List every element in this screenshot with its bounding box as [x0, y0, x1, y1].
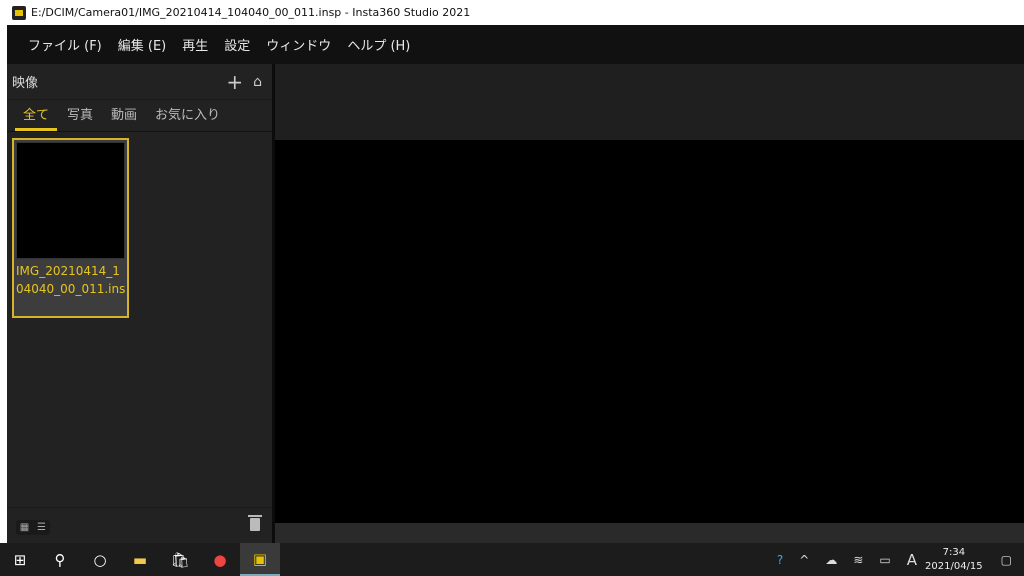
- menu-file[interactable]: ファイル (F): [28, 35, 102, 54]
- help-icon[interactable]: ?: [777, 553, 783, 567]
- wifi-icon[interactable]: ≋: [853, 553, 863, 567]
- clock[interactable]: 7:34 2021/04/15: [925, 546, 983, 574]
- menu-edit[interactable]: 編集 (E): [118, 35, 167, 54]
- insta360-studio-icon[interactable]: ▣: [240, 543, 280, 576]
- title-bar: E:/DCIM/Camera01/IMG_20210414_104040_00_…: [7, 0, 1024, 25]
- battery-icon[interactable]: ▭: [879, 553, 890, 567]
- media-item-name: IMG_20210414_104040_00_011.ins: [16, 264, 126, 296]
- add-icon[interactable]: +: [226, 72, 243, 92]
- file-explorer-icon[interactable]: ▬: [120, 543, 160, 576]
- system-tray: ? ^ ☁ ≋ ▭ A 7:34 2021/04/15 ▢: [769, 543, 1024, 576]
- media-panel-header: 映像 + ⌂: [7, 64, 272, 100]
- media-panel-footer: ▦ ☰: [7, 507, 272, 543]
- tab-favorites[interactable]: お気に入り: [147, 104, 228, 131]
- media-panel: 映像 + ⌂ 全て 写真 動画 お気に入り IMG_20210414_10404…: [7, 64, 272, 543]
- preview-area[interactable]: [275, 140, 1024, 523]
- window-title: E:/DCIM/Camera01/IMG_20210414_104040_00_…: [31, 6, 471, 19]
- onedrive-icon[interactable]: ☁: [825, 553, 837, 567]
- menu-bar: ファイル (F) 編集 (E) 再生 設定 ウィンドウ ヘルプ (H): [7, 25, 1024, 64]
- tab-all[interactable]: 全て: [15, 104, 58, 131]
- menu-play[interactable]: 再生: [182, 35, 208, 54]
- media-thumbnail: [16, 142, 125, 259]
- menu-help[interactable]: ヘルプ (H): [347, 35, 410, 54]
- menu-window[interactable]: ウィンドウ: [266, 35, 331, 54]
- list-view-icon[interactable]: ☰: [33, 520, 50, 535]
- add-folder-icon[interactable]: ⌂: [253, 75, 262, 89]
- tab-videos[interactable]: 動画: [103, 104, 145, 131]
- media-tabs: 全て 写真 動画 お気に入り: [7, 100, 272, 132]
- chevron-up-icon[interactable]: ^: [799, 553, 809, 567]
- view-toggle: ▦ ☰: [16, 520, 50, 535]
- grid-view-icon[interactable]: ▦: [16, 520, 33, 535]
- trash-icon[interactable]: [248, 515, 262, 531]
- cortana-icon[interactable]: ○: [80, 543, 120, 576]
- clock-time: 7:34: [942, 546, 966, 558]
- menu-settings[interactable]: 設定: [224, 35, 250, 54]
- tab-photos[interactable]: 写真: [59, 104, 101, 131]
- media-item[interactable]: IMG_20210414_104040_00_011.ins: [12, 138, 129, 318]
- search-icon[interactable]: ⚲: [40, 543, 80, 576]
- notification-icon[interactable]: ▢: [1001, 553, 1012, 567]
- media-panel-title: 映像: [12, 76, 39, 91]
- store-icon[interactable]: 🛍: [160, 543, 200, 576]
- clock-date: 2021/04/15: [925, 560, 983, 572]
- chrome-icon[interactable]: ●: [200, 543, 240, 576]
- app-icon: [12, 5, 26, 20]
- windows-start-icon[interactable]: ⊞: [0, 543, 40, 576]
- ime-indicator[interactable]: A: [907, 551, 917, 569]
- taskbar: ⊞ ⚲ ○ ▬ 🛍 ● ▣ ? ^ ☁ ≋ ▭ A 7:34 2021/04/1…: [0, 543, 1024, 576]
- preview-footer: [275, 523, 1024, 543]
- preview-toolbar: [275, 64, 1024, 140]
